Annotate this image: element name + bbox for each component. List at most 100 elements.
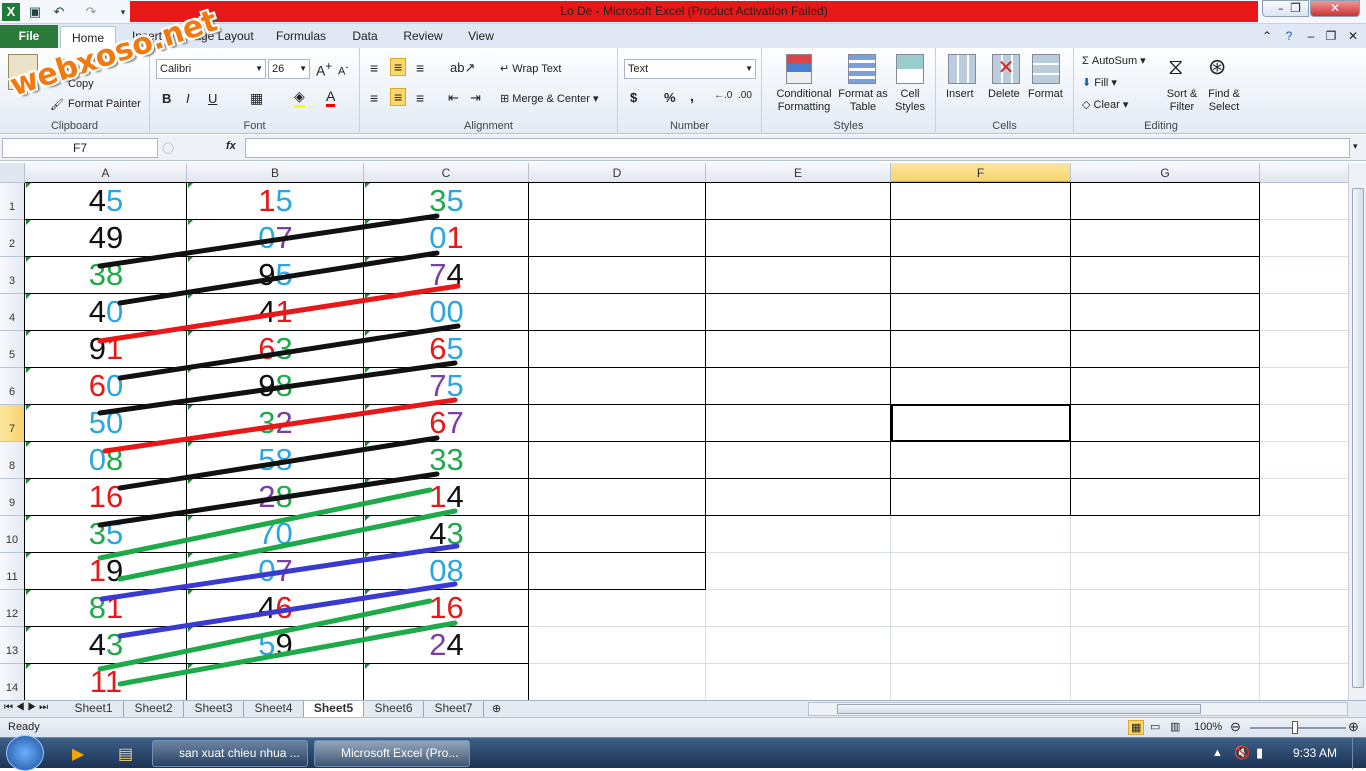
clock[interactable]: 9:33 AM — [1293, 746, 1337, 760]
cell-styles-icon[interactable] — [896, 54, 924, 84]
sheet-tab-sheet5[interactable]: Sheet5 — [304, 701, 364, 717]
sheet-tab-sheet1[interactable]: Sheet1 — [64, 701, 124, 717]
vertical-scroll-thumb[interactable] — [1352, 188, 1364, 688]
align-center-icon[interactable]: ≡ — [390, 88, 407, 106]
collapse-ribbon-icon[interactable]: ⌃ — [1258, 24, 1276, 48]
align-bottom-icon[interactable]: ≡ — [416, 60, 424, 76]
tab-file[interactable]: File — [0, 25, 58, 48]
conditional-formatting-icon[interactable] — [786, 54, 812, 84]
sheet-tab-sheet2[interactable]: Sheet2 — [124, 701, 184, 717]
workbook-minimize-icon[interactable]: – — [1302, 24, 1320, 48]
decrease-indent-icon[interactable]: ⇤ — [448, 90, 459, 106]
format-as-table-icon[interactable] — [848, 54, 876, 84]
tray-arrow-icon[interactable]: ▲ — [1212, 747, 1223, 759]
format-cells-icon[interactable] — [1032, 54, 1060, 84]
autosum-button[interactable]: Σ AutoSum ▾ — [1082, 54, 1146, 67]
worksheet-grid[interactable]: ABCDEFG 1234567891011121314 454515153535… — [0, 163, 1348, 700]
name-box[interactable]: F7 — [2, 138, 158, 158]
format-as-table-button[interactable]: Format as Table — [838, 88, 888, 114]
sheet-tab-sheet7[interactable]: Sheet7 — [424, 701, 484, 717]
taskbar-item-browser[interactable]: san xuat chieu nhua ... — [152, 740, 308, 767]
tab-formulas[interactable]: Formulas — [270, 24, 332, 48]
cell-styles-button[interactable]: Cell Styles — [890, 88, 930, 114]
font-name-combo[interactable]: Calibri ▼ — [156, 59, 266, 79]
shrink-font-icon[interactable]: A- — [338, 62, 348, 78]
grow-font-icon[interactable]: A+ — [316, 60, 332, 79]
zoom-in-icon[interactable]: ⊕ — [1348, 719, 1359, 735]
workbook-close-icon[interactable]: ✕ — [1344, 24, 1362, 48]
clear-button[interactable]: ◇ Clear ▾ — [1082, 98, 1128, 111]
sheet-tab-sheet3[interactable]: Sheet3 — [184, 701, 244, 717]
increase-decimal-icon[interactable]: ←.0 — [714, 90, 732, 101]
currency-button[interactable]: $ — [630, 90, 637, 105]
bold-button[interactable]: B — [162, 91, 171, 106]
fill-button[interactable]: ⬇ Fill ▾ — [1082, 76, 1117, 89]
insert-sheet-icon[interactable]: ⊕ — [492, 702, 501, 715]
expand-formula-bar-icon[interactable]: ▾ — [1353, 141, 1358, 152]
maximize-button[interactable]: ❐ — [1283, 0, 1309, 17]
insert-function-button[interactable]: fx — [226, 140, 236, 152]
align-middle-icon[interactable]: ≡ — [390, 58, 407, 76]
zoom-out-icon[interactable]: ⊖ — [1230, 719, 1241, 735]
align-right-icon[interactable]: ≡ — [416, 90, 424, 106]
align-top-icon[interactable]: ≡ — [370, 60, 378, 76]
start-button[interactable] — [6, 735, 44, 771]
fill-color-icon[interactable]: ◈ — [294, 88, 305, 108]
normal-view-icon[interactable]: ▦ — [1128, 720, 1145, 735]
decrease-decimal-icon[interactable]: .00 — [738, 90, 752, 101]
percent-button[interactable]: % — [664, 90, 676, 105]
align-left-icon[interactable]: ≡ — [370, 90, 378, 106]
borders-icon[interactable]: ▦ — [250, 90, 263, 107]
increase-indent-icon[interactable]: ⇥ — [470, 90, 481, 106]
redo-icon[interactable]: ↷ — [82, 3, 100, 21]
tab-data[interactable]: Data — [342, 24, 388, 48]
explorer-icon[interactable]: ▤ — [118, 744, 133, 764]
volume-muted-icon[interactable]: 🔇 — [1234, 745, 1250, 761]
save-icon[interactable]: ▣ — [26, 3, 44, 21]
merge-center-button[interactable]: ⊞ Merge & Center ▾ — [500, 92, 599, 105]
network-icon[interactable]: ▮ — [1256, 745, 1263, 761]
comma-button[interactable]: , — [690, 88, 694, 104]
close-button[interactable]: ✕ — [1310, 0, 1360, 17]
sheet-tab-sheet6[interactable]: Sheet6 — [364, 701, 424, 717]
undo-icon[interactable]: ↶ — [50, 3, 68, 21]
vertical-scrollbar[interactable] — [1348, 163, 1366, 700]
conditional-formatting-button[interactable]: Conditional Formatting — [768, 88, 840, 114]
zoom-slider[interactable] — [1250, 727, 1346, 729]
zoom-level[interactable]: 100% — [1194, 721, 1222, 733]
font-color-icon[interactable]: A — [326, 88, 336, 107]
show-desktop-button[interactable] — [1352, 738, 1366, 769]
format-painter-button[interactable]: Format Painter — [68, 98, 141, 110]
taskbar-item-excel[interactable]: Microsoft Excel (Pro... — [314, 740, 470, 767]
horizontal-scrollbar[interactable] — [808, 702, 1348, 716]
underline-button[interactable]: U — [208, 91, 217, 106]
excel-icon[interactable]: X — [2, 3, 20, 21]
sort-filter-button[interactable]: Sort & Filter — [1160, 88, 1204, 114]
format-button[interactable]: Format — [1028, 88, 1063, 100]
sheet-nav-arrows[interactable]: ⏮ ◀ ▶ ⏭ — [4, 702, 48, 713]
delete-cells-icon[interactable]: ✕ — [992, 54, 1020, 84]
format-painter-icon[interactable]: 🖌 — [50, 98, 64, 111]
sheet-tab-sheet4[interactable]: Sheet4 — [244, 701, 304, 717]
italic-button[interactable]: I — [186, 91, 190, 106]
font-size-combo[interactable]: 26 ▼ — [268, 59, 310, 79]
formula-input[interactable] — [245, 138, 1350, 158]
tab-review[interactable]: Review — [396, 24, 450, 48]
help-icon[interactable]: ? — [1280, 24, 1298, 48]
workbook-restore-icon[interactable]: ❐ — [1322, 24, 1340, 48]
horizontal-scroll-thumb[interactable] — [837, 704, 1201, 714]
tab-view[interactable]: View — [458, 24, 504, 48]
media-player-icon[interactable]: ▶ — [72, 744, 84, 764]
find-select-button[interactable]: Find & Select — [1204, 88, 1244, 114]
orientation-icon[interactable]: ab↗ — [450, 60, 475, 76]
wrap-text-button[interactable]: ↵ Wrap Text — [500, 62, 561, 75]
insert-cells-icon[interactable] — [948, 54, 976, 84]
page-layout-view-icon[interactable]: ▭ — [1150, 720, 1160, 733]
binoculars-icon[interactable]: ⊛ — [1208, 54, 1226, 80]
sort-filter-icon[interactable]: ⧖ — [1168, 54, 1183, 80]
zoom-slider-thumb[interactable] — [1292, 721, 1298, 734]
number-format-combo[interactable]: Text ▼ — [624, 59, 756, 79]
insert-button[interactable]: Insert — [946, 88, 974, 100]
delete-button[interactable]: Delete — [988, 88, 1020, 100]
page-break-view-icon[interactable]: ▥ — [1170, 720, 1180, 733]
